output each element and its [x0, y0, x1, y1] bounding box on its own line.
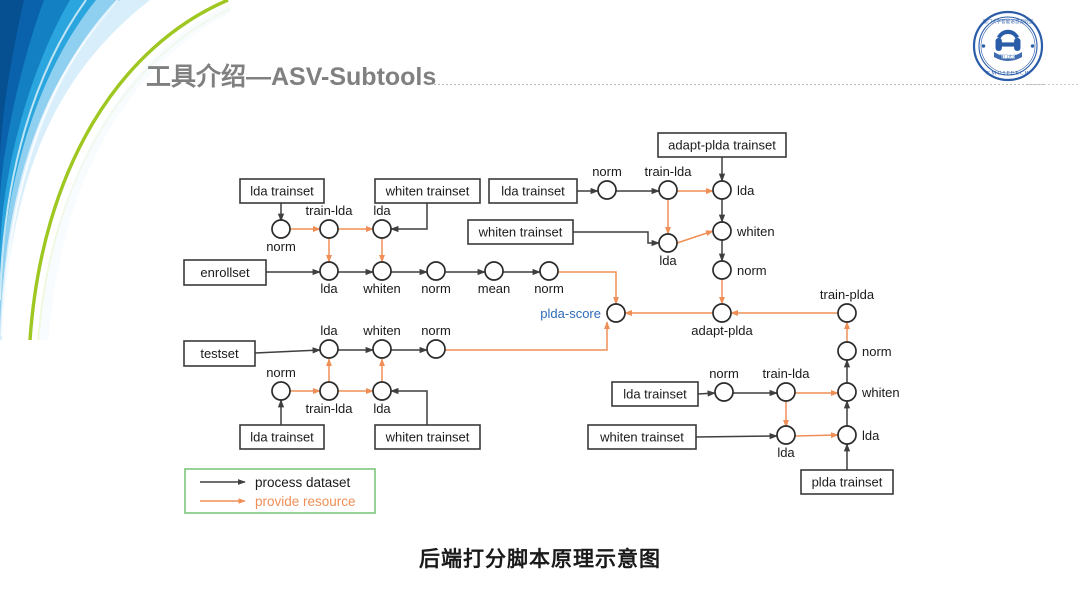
node-label: whiten [362, 323, 401, 338]
n-test-lda: lda [319, 323, 339, 359]
node-label: lda [862, 428, 880, 443]
n-enroll-norm2: norm [534, 261, 564, 296]
node-label: lda [373, 401, 391, 416]
box-label: lda trainset [623, 387, 687, 402]
box-label: whiten trainset [385, 184, 470, 199]
n-tp-lda: lda [837, 425, 880, 445]
n-enroll-norm-pre: norm [266, 219, 296, 254]
node-label: lda [373, 203, 391, 218]
box-whiten-trainset-4: whiten trainset [587, 424, 697, 450]
figure-caption: 后端打分脚本原理示意图 [419, 548, 661, 571]
legend-label-resource: provide resource [255, 494, 356, 509]
node-label: lda [737, 183, 755, 198]
node-label: norm [862, 344, 892, 359]
n-enroll-trainlda: train-lda [306, 203, 354, 239]
node-label: train-lda [645, 164, 693, 179]
n-train-plda: train-plda [820, 287, 875, 323]
node-label: norm [737, 263, 767, 278]
box-lda-trainset-2: lda trainset [488, 178, 578, 204]
n-ap-norm: norm [712, 260, 767, 280]
n-test-lda-bot: lda [372, 381, 392, 416]
node-label: train-plda [820, 287, 875, 302]
box-label: lda trainset [250, 430, 314, 445]
slide-canvas: 工具介绍—ASV-Subtools 厦门大学 厦门大学智能语音实验室 XMUSP… [0, 0, 1080, 608]
n-ap-trainlda: train-lda [645, 164, 693, 200]
n-adapt-plda: adapt-plda [691, 303, 753, 338]
n-ap-lda: lda [712, 180, 755, 200]
box-label: whiten trainset [478, 225, 563, 240]
node-label: lda [320, 323, 338, 338]
node-label: mean [478, 281, 511, 296]
n-enroll-lda-top: lda [372, 203, 392, 239]
n-tp-whiten: whiten [837, 382, 900, 402]
n-ap-lda-mid: lda [658, 233, 678, 268]
node-label: adapt-plda [691, 323, 753, 338]
n-test-norm: norm [421, 323, 451, 359]
n-tp-norm-pre: norm [709, 366, 739, 402]
node-label: train-lda [306, 203, 354, 218]
box-lda-trainset-3: lda trainset [239, 424, 325, 450]
n-enroll-norm: norm [421, 261, 451, 296]
n-enroll-mean: mean [478, 261, 511, 296]
n-test-trainlda: train-lda [306, 381, 354, 416]
n-ap-norm-pre: norm [592, 164, 622, 200]
node-label: norm [534, 281, 564, 296]
box-label: lda trainset [501, 184, 565, 199]
node-label: whiten [362, 281, 401, 296]
box-whiten-trainset-1: whiten trainset [374, 178, 481, 204]
node-label: whiten [736, 224, 775, 239]
n-test-norm-pre: norm [266, 365, 296, 401]
node-label: lda [659, 253, 677, 268]
n-enroll-lda: lda [319, 261, 339, 296]
box-label: whiten trainset [599, 430, 684, 445]
legend: process dataset provide resource [184, 468, 376, 514]
box-label: lda trainset [250, 184, 314, 199]
node-label: norm [592, 164, 622, 179]
node-label: train-lda [306, 401, 354, 416]
box-label: whiten trainset [385, 430, 470, 445]
node-label: norm [421, 281, 451, 296]
node-label: norm [709, 366, 739, 381]
box-label: plda trainset [812, 475, 883, 490]
box-label: adapt-plda trainset [668, 138, 776, 153]
node-label: norm [421, 323, 451, 338]
box-whiten-trainset-2: whiten trainset [467, 219, 574, 245]
n-test-whiten: whiten [362, 323, 401, 359]
box-label: enrollset [200, 265, 250, 280]
node-label: norm [266, 365, 296, 380]
n-tp-norm: norm [837, 341, 892, 361]
n-tp-trainlda: train-lda [763, 366, 811, 402]
node-label: lda [777, 445, 795, 460]
box-plda-trainset: plda trainset [800, 469, 894, 495]
node-label: plda-score [540, 306, 601, 321]
box-lda-trainset-4: lda trainset [611, 381, 699, 407]
node-label: norm [266, 239, 296, 254]
n-tp-lda-mid: lda [776, 425, 796, 460]
pipeline-diagram: lda trainset whiten trainset lda trainset w… [183, 132, 900, 514]
box-testset: testset [183, 340, 256, 367]
box-adapt-plda-trainset: adapt-plda trainset [657, 132, 787, 158]
node-label: whiten [861, 385, 900, 400]
box-enrollset: enrollset [183, 259, 267, 286]
box-lda-trainset-1: lda trainset [239, 178, 325, 204]
n-plda-score: plda-score [540, 303, 626, 323]
pipeline-nodes: norm train-lda lda lda whiten norm mean norm lda… [266, 164, 899, 460]
legend-label-process: process dataset [255, 475, 351, 490]
node-label: train-lda [763, 366, 811, 381]
n-enroll-whiten: whiten [362, 261, 401, 296]
node-label: lda [320, 281, 338, 296]
n-ap-whiten: whiten [712, 221, 775, 241]
box-label: testset [200, 346, 239, 361]
box-whiten-trainset-3: whiten trainset [374, 424, 481, 450]
